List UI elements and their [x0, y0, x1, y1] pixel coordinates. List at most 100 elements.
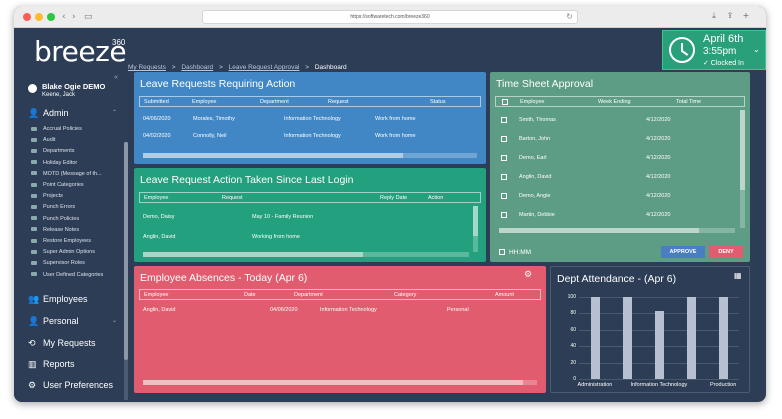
sidebar-item-label: MOTD (Message of th...: [43, 170, 102, 177]
close-window-dot[interactable]: [23, 13, 31, 21]
chevron-down-icon[interactable]: ⌄: [753, 45, 760, 54]
sidebar-item-admin[interactable]: 👤 Admin ⌃: [28, 108, 117, 119]
column-header[interactable]: Reply Date: [380, 195, 407, 201]
cell-department: Information Technology: [284, 133, 341, 139]
sidebar-item-admin-sub[interactable]: Departments: [31, 148, 75, 154]
table-header: Employee Date Department Category Amount: [139, 289, 541, 300]
row-checkbox[interactable]: [501, 212, 507, 218]
sidebar-item-admin-sub[interactable]: Punch Errors: [31, 204, 75, 210]
gear-icon[interactable]: ⚙: [524, 270, 532, 280]
back-arrow-icon[interactable]: ‹: [62, 11, 66, 23]
column-header[interactable]: Employee: [520, 99, 544, 105]
share-icon[interactable]: ⇪: [724, 10, 736, 22]
breadcrumb-leave-request-approval[interactable]: Leave Request Approval: [229, 64, 300, 71]
column-header[interactable]: Status: [430, 99, 446, 105]
column-header[interactable]: Request: [222, 195, 243, 201]
sidebar-item-admin-sub[interactable]: Point Categories: [31, 182, 84, 188]
breadcrumb-separator: >: [305, 64, 310, 71]
sidebar-item-admin-sub[interactable]: User Defined Categories: [31, 272, 103, 278]
absences-panel: Employee Absences - Today (Apr 6) ⚙ Empl…: [134, 266, 546, 393]
menu-bullet-icon: [31, 160, 37, 165]
address-bar[interactable]: https://softwaretech.com/breeze360 ↻: [202, 10, 578, 24]
breeze-logo[interactable]: breeze 360: [26, 33, 130, 69]
column-header[interactable]: Employee: [144, 195, 168, 201]
reload-icon[interactable]: ↻: [566, 11, 573, 23]
sidebar-item-label: Super Admin Options: [43, 249, 95, 256]
forward-arrow-icon[interactable]: ›: [72, 11, 76, 23]
scroll-thumb[interactable]: [499, 228, 699, 233]
column-header[interactable]: Employee: [192, 99, 216, 105]
chevron-down-icon: ⌄: [112, 318, 118, 324]
sidebar-item-user-preferences[interactable]: ⚙ User Preferences: [28, 380, 113, 391]
horizontal-scrollbar[interactable]: [499, 228, 735, 233]
chart-bar[interactable]: [718, 297, 728, 379]
clock-status: ✓ Clocked In: [703, 60, 744, 67]
hhmm-checkbox[interactable]: [499, 249, 505, 255]
sidebar-item-admin-sub[interactable]: Restore Employees: [31, 238, 91, 244]
sidebar-item-personal[interactable]: 👤 Personal ⌄: [28, 316, 117, 327]
column-header[interactable]: Request: [328, 99, 349, 105]
sidebar-item-admin-sub[interactable]: Super Admin Options: [31, 249, 95, 255]
sidebar-item-my-requests[interactable]: ⟲ My Requests: [28, 338, 96, 349]
horizontal-scrollbar[interactable]: [143, 380, 537, 385]
sidebar-item-admin-sub[interactable]: Holiday Editor: [31, 160, 77, 166]
sidebar-item-label: Release Notes: [43, 226, 80, 233]
scroll-thumb[interactable]: [143, 153, 403, 158]
vertical-scrollbar[interactable]: [473, 206, 478, 252]
collapse-sidebar-icon[interactable]: «: [114, 74, 118, 81]
horizontal-scrollbar[interactable]: [143, 252, 469, 257]
column-header[interactable]: Submitted: [144, 99, 169, 105]
sidebar-scroll-thumb[interactable]: [124, 142, 128, 360]
deny-button[interactable]: DENY: [709, 246, 743, 258]
row-checkbox[interactable]: [501, 136, 507, 142]
sidebar-item-admin-sub[interactable]: Supervisor Roles: [31, 260, 85, 266]
horizontal-scrollbar[interactable]: [143, 153, 477, 158]
row-checkbox[interactable]: [501, 193, 507, 199]
vertical-scrollbar[interactable]: [740, 110, 745, 228]
breadcrumb-current: Dashboard: [314, 64, 347, 71]
maximize-window-dot[interactable]: [47, 13, 55, 21]
select-all-checkbox[interactable]: [502, 99, 508, 105]
sidebar-item-admin-sub[interactable]: Punch Policies: [31, 216, 79, 222]
column-header[interactable]: Amount: [495, 292, 514, 298]
sidebar-item-admin-sub[interactable]: Accrual Policies: [31, 126, 82, 132]
new-tab-icon[interactable]: +: [740, 10, 752, 22]
clock-widget[interactable]: April 6th 3:55pm ✓ Clocked In ⌄: [662, 30, 766, 70]
scroll-thumb[interactable]: [143, 252, 363, 257]
sidebar-item-label: Holiday Editor: [43, 159, 78, 166]
scroll-thumb[interactable]: [473, 206, 478, 236]
column-header[interactable]: Action: [428, 195, 443, 201]
sidebar-scrollbar[interactable]: [124, 142, 128, 400]
x-tick-label: Production: [710, 382, 737, 388]
column-header[interactable]: Total Time: [676, 99, 701, 105]
scroll-thumb[interactable]: [143, 380, 523, 385]
chart-bar[interactable]: [590, 297, 600, 379]
download-icon[interactable]: ⤓: [708, 10, 720, 22]
scroll-thumb[interactable]: [740, 110, 745, 190]
sidebar-item-label: User Defined Categories: [43, 271, 104, 278]
column-header[interactable]: Department: [294, 292, 323, 298]
sidebar-toggle-icon[interactable]: ▭: [84, 11, 93, 23]
sidebar-item-admin-sub[interactable]: MOTD (Message of th...: [31, 171, 102, 177]
breadcrumb-my-requests[interactable]: My Requests: [128, 64, 166, 71]
sidebar-item-admin-sub[interactable]: Release Notes: [31, 227, 79, 233]
column-header[interactable]: Department: [260, 99, 289, 105]
approve-button[interactable]: APPROVE: [661, 246, 705, 258]
sidebar-item-admin-sub[interactable]: Projects: [31, 193, 63, 199]
breadcrumb-dashboard[interactable]: Dashboard: [181, 64, 213, 71]
sidebar-item-employees[interactable]: 👥 Employees: [28, 294, 88, 305]
column-header[interactable]: Date: [244, 292, 256, 298]
chart-bar[interactable]: [654, 310, 664, 379]
sidebar-item-admin-sub[interactable]: Audit: [31, 137, 56, 143]
row-checkbox[interactable]: [501, 155, 507, 161]
chart-bar[interactable]: [686, 297, 696, 379]
minimize-window-dot[interactable]: [35, 13, 43, 21]
row-checkbox[interactable]: [501, 117, 507, 123]
chart-bar[interactable]: [622, 297, 632, 379]
sidebar-item-label: Audit: [43, 137, 56, 144]
sidebar-item-reports[interactable]: ▥ Reports: [28, 359, 75, 370]
column-header[interactable]: Week Ending: [598, 99, 631, 105]
column-header[interactable]: Employee: [144, 292, 168, 298]
row-checkbox[interactable]: [501, 174, 507, 180]
column-header[interactable]: Category: [394, 292, 416, 298]
